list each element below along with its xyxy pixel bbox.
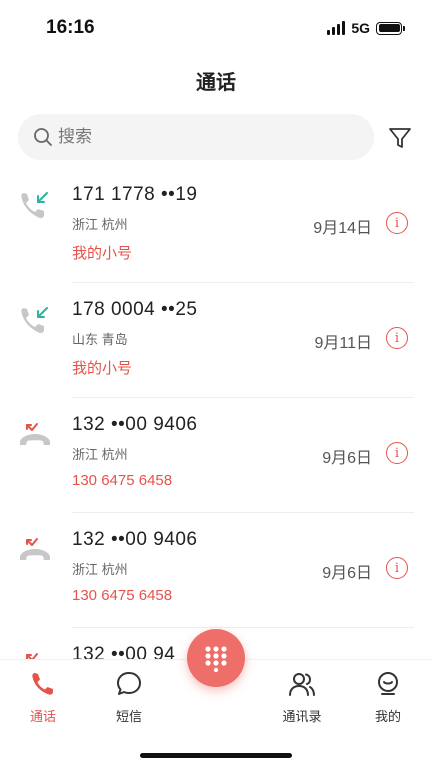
call-number: 178 0004 ••25	[72, 299, 198, 320]
phone-icon	[29, 670, 57, 698]
filter-icon	[389, 128, 411, 148]
call-tag: 130 6475 6458	[72, 472, 173, 489]
missed-call-icon	[20, 538, 50, 560]
call-list[interactable]: 171 1778 ••19 浙江 杭州 我的小号 9月14日 i 178 000…	[0, 168, 432, 660]
info-icon[interactable]: i	[386, 212, 408, 234]
network-label: 5G	[351, 20, 370, 36]
tab-calls[interactable]: 通话	[11, 670, 75, 726]
filter-button[interactable]	[386, 124, 414, 152]
call-date: 9月6日	[322, 565, 372, 582]
battery-icon	[376, 21, 405, 35]
status-time: 16:16	[46, 17, 95, 38]
incoming-call-icon	[21, 192, 48, 219]
tab-messages[interactable]: 短信	[97, 670, 161, 726]
profile-icon	[374, 670, 402, 698]
call-log-item[interactable]: 132 ••00 9406 浙江 杭州 130 6475 6458 9月6日 i	[0, 513, 432, 628]
call-tag: 我的小号	[72, 245, 133, 262]
missed-call-icon	[20, 423, 50, 445]
call-location: 浙江 杭州	[72, 217, 128, 232]
status-indicators: 5G	[327, 20, 405, 36]
tab-label: 通话	[29, 709, 56, 724]
call-log-item[interactable]: 132 ••00 9406 浙江 杭州 130 6475 6458 9月6日 i	[0, 398, 432, 513]
tab-label: 通讯录	[282, 709, 322, 724]
info-icon[interactable]: i	[386, 557, 408, 579]
page-title: 通话	[196, 72, 236, 94]
info-icon[interactable]: i	[386, 442, 408, 464]
call-tag: 我的小号	[72, 360, 133, 377]
tab-label: 短信	[115, 709, 142, 724]
call-number: 171 1778 ••19	[72, 184, 198, 205]
tab-label: 我的	[374, 709, 401, 724]
call-log-item[interactable]: 178 0004 ••25 山东 青岛 我的小号 9月11日 i	[0, 283, 432, 398]
search-icon	[32, 126, 54, 148]
dialpad-icon	[205, 646, 227, 672]
home-indicator	[140, 753, 292, 758]
message-icon	[115, 670, 143, 698]
missed-call-icon	[26, 653, 38, 660]
call-number: 132 ••00 94	[72, 644, 176, 660]
signal-icon	[327, 21, 346, 35]
call-location: 浙江 杭州	[72, 447, 128, 462]
call-number: 132 ••00 9406	[72, 529, 198, 550]
status-bar: 16:16 5G	[0, 0, 432, 56]
tab-profile[interactable]: 我的	[356, 670, 420, 726]
incoming-call-icon	[21, 307, 48, 334]
call-number: 132 ••00 9406	[72, 414, 198, 435]
dialpad-button[interactable]	[187, 629, 245, 687]
tab-contacts[interactable]: 通讯录	[270, 670, 334, 726]
search-bar[interactable]	[18, 114, 374, 160]
contacts-icon	[288, 670, 316, 698]
call-tag: 130 6475 6458	[72, 587, 173, 604]
search-input[interactable]	[58, 127, 338, 147]
call-date: 9月11日	[314, 335, 372, 352]
call-log-item[interactable]: 171 1778 ••19 浙江 杭州 我的小号 9月14日 i	[0, 168, 432, 283]
call-date: 9月6日	[322, 450, 372, 467]
call-location: 山东 青岛	[72, 332, 128, 347]
info-icon[interactable]: i	[386, 327, 408, 349]
call-location: 浙江 杭州	[72, 562, 128, 577]
call-date: 9月14日	[313, 220, 372, 237]
